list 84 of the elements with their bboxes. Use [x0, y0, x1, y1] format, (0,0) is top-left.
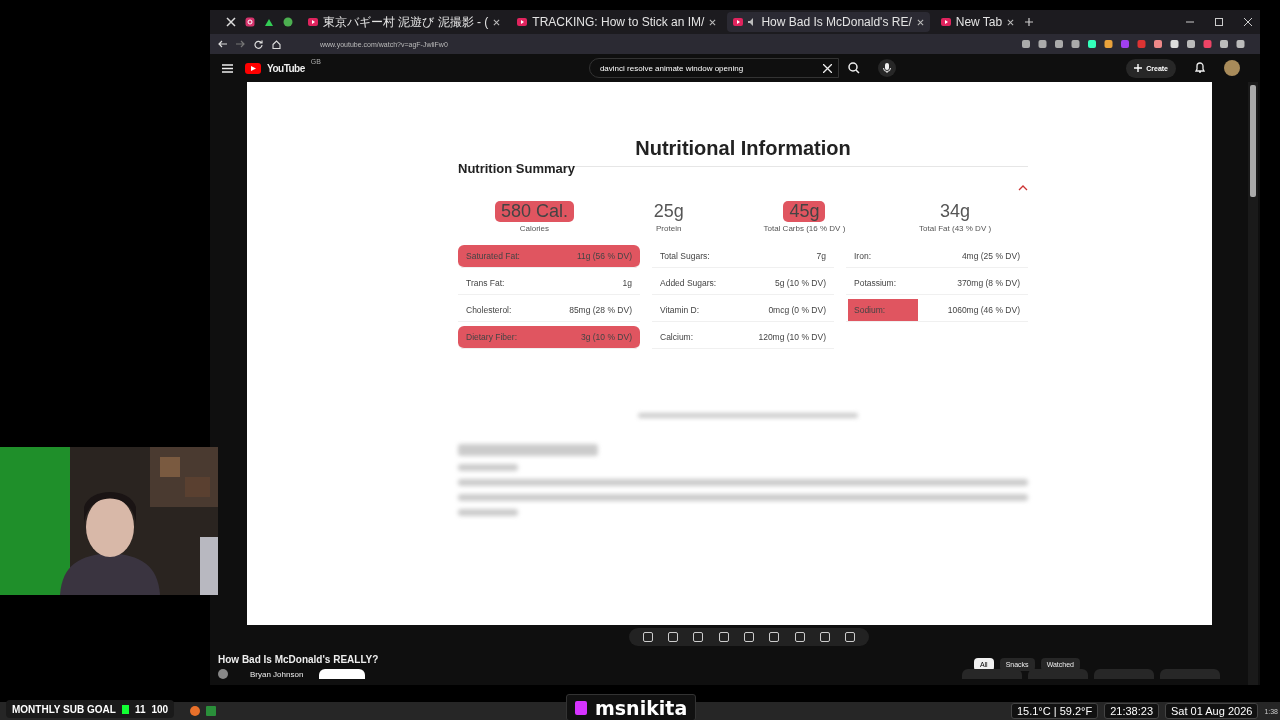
summary-heading: Nutrition Summary [458, 161, 576, 176]
nutrient-label: Added Sugars: [660, 278, 717, 288]
date-label: Sat 01 Aug 2026 [1165, 703, 1259, 719]
toolbar-icon[interactable] [718, 632, 729, 642]
weather-label: 15.1°C | 59.2°F [1010, 703, 1099, 719]
nutrient-label: Protein [656, 224, 682, 233]
sub-target: 100 [151, 703, 169, 715]
video-title: How Bad Is McDonald's REALLY? [218, 654, 379, 665]
toolbar-icon[interactable] [668, 632, 678, 642]
play-icon [517, 18, 528, 26]
search-icon[interactable] [847, 62, 860, 74]
nutrient-label: Saturated Fat: [466, 251, 520, 261]
reload-icon[interactable] [254, 39, 263, 49]
play-logo-icon[interactable] [245, 62, 261, 74]
toolbar-icon[interactable] [845, 632, 856, 642]
sub-count: 11 [134, 703, 146, 715]
bell-icon[interactable] [1194, 62, 1206, 74]
nutrient-value: 5g (10 % DV) [774, 278, 826, 288]
toolbar-icon[interactable] [769, 632, 780, 642]
microphone-icon[interactable] [877, 59, 896, 77]
browser-tab[interactable]: How Bad Is McDonald's RE/ [727, 12, 930, 32]
sub-goal-label: MONTHLY SUB GOAL [12, 703, 116, 715]
x-icon[interactable] [226, 17, 236, 27]
nutrient-label: Vitamin D: [660, 305, 700, 315]
browser-tab[interactable]: TRACKING: How to Stick an IM/ [511, 12, 723, 32]
plus-icon[interactable] [1025, 18, 1034, 26]
play-icon [308, 18, 318, 26]
toolbar-icon[interactable] [794, 632, 805, 642]
close-icon[interactable] [916, 18, 924, 26]
nutrient-value: 4mg (25 % DV) [961, 251, 1020, 261]
clear-icon[interactable] [822, 63, 832, 73]
nutrient-value: 120mg (10 % DV) [758, 332, 826, 342]
nutrient-label: Dietary Fiber: [466, 332, 517, 342]
nutrient-label: Total Sugars: [660, 251, 710, 261]
nutrient-label: Calcium: [660, 332, 694, 342]
channel-avatar[interactable] [218, 669, 228, 679]
section-title: Nutritional Information [634, 137, 852, 160]
toolbar-icon[interactable] [642, 632, 653, 642]
nutrient-value: 1g [622, 278, 632, 288]
streamer-name: msnikita [595, 696, 688, 719]
caret-icon [1018, 185, 1028, 191]
plus-icon [1134, 64, 1143, 72]
nutrient-label: Sodium: [848, 299, 918, 321]
nutrient-value: 3g (10 % DV) [580, 332, 632, 342]
play-icon [733, 18, 744, 26]
nutrient-value: 1060mg (46 % DV) [947, 305, 1020, 315]
toolbar-icon[interactable] [693, 632, 704, 642]
nutrient-value: 34g [939, 201, 972, 222]
close-icon[interactable] [709, 18, 717, 26]
forward-icon[interactable] [236, 40, 245, 48]
maximize-icon[interactable] [1215, 18, 1223, 26]
toolbar-icon[interactable] [819, 632, 830, 642]
nutrient-label: Total Carbs (16 % DV ) [763, 224, 846, 233]
browser-tab[interactable]: 東京バギー村 泥遊び 泥撮影 - ( [302, 12, 507, 32]
toolbar-icon[interactable] [743, 632, 754, 642]
menu-icon[interactable] [222, 63, 233, 73]
nutrient-value: 0mcg (0 % DV) [768, 305, 826, 315]
avatar[interactable] [1224, 60, 1240, 76]
nutrient-value: 85mg (28 % DV) [569, 305, 632, 315]
nutrient-value: 25g [652, 201, 685, 222]
play-icon [940, 18, 951, 26]
nutrient-value: 11g (56 % DV) [576, 251, 632, 261]
nutrient-label: Calories [519, 224, 550, 233]
nutrient-label: Potassium: [854, 278, 897, 288]
close-icon[interactable] [1007, 18, 1015, 26]
subscribe-button[interactable] [319, 669, 366, 679]
close-icon[interactable] [493, 18, 501, 26]
close-icon[interactable] [1244, 18, 1252, 26]
nutrient-value: 580 Cal. [494, 201, 574, 222]
nutrient-value: 370mg (8 % DV) [957, 278, 1020, 288]
camera-icon[interactable] [245, 17, 255, 27]
scrollbar[interactable] [1248, 82, 1258, 685]
browser-tab[interactable]: New Tab [934, 12, 1021, 32]
nutrient-label: Iron: [854, 251, 871, 261]
youtube-logo[interactable]: YouTube [267, 62, 305, 74]
nutrient-value: 7g [816, 251, 826, 261]
nutrient-label: Total Fat (43 % DV ) [919, 224, 992, 233]
channel-name[interactable]: Bryan Johnson [250, 669, 304, 679]
back-icon[interactable] [218, 40, 227, 48]
home-icon[interactable] [272, 39, 281, 49]
nutrient-label: Trans Fat: [466, 278, 505, 288]
nutrient-label: Cholesterol: [466, 305, 512, 315]
time-label: 21:38:23 [1104, 703, 1159, 719]
nutrient-value: 45g [783, 201, 826, 222]
